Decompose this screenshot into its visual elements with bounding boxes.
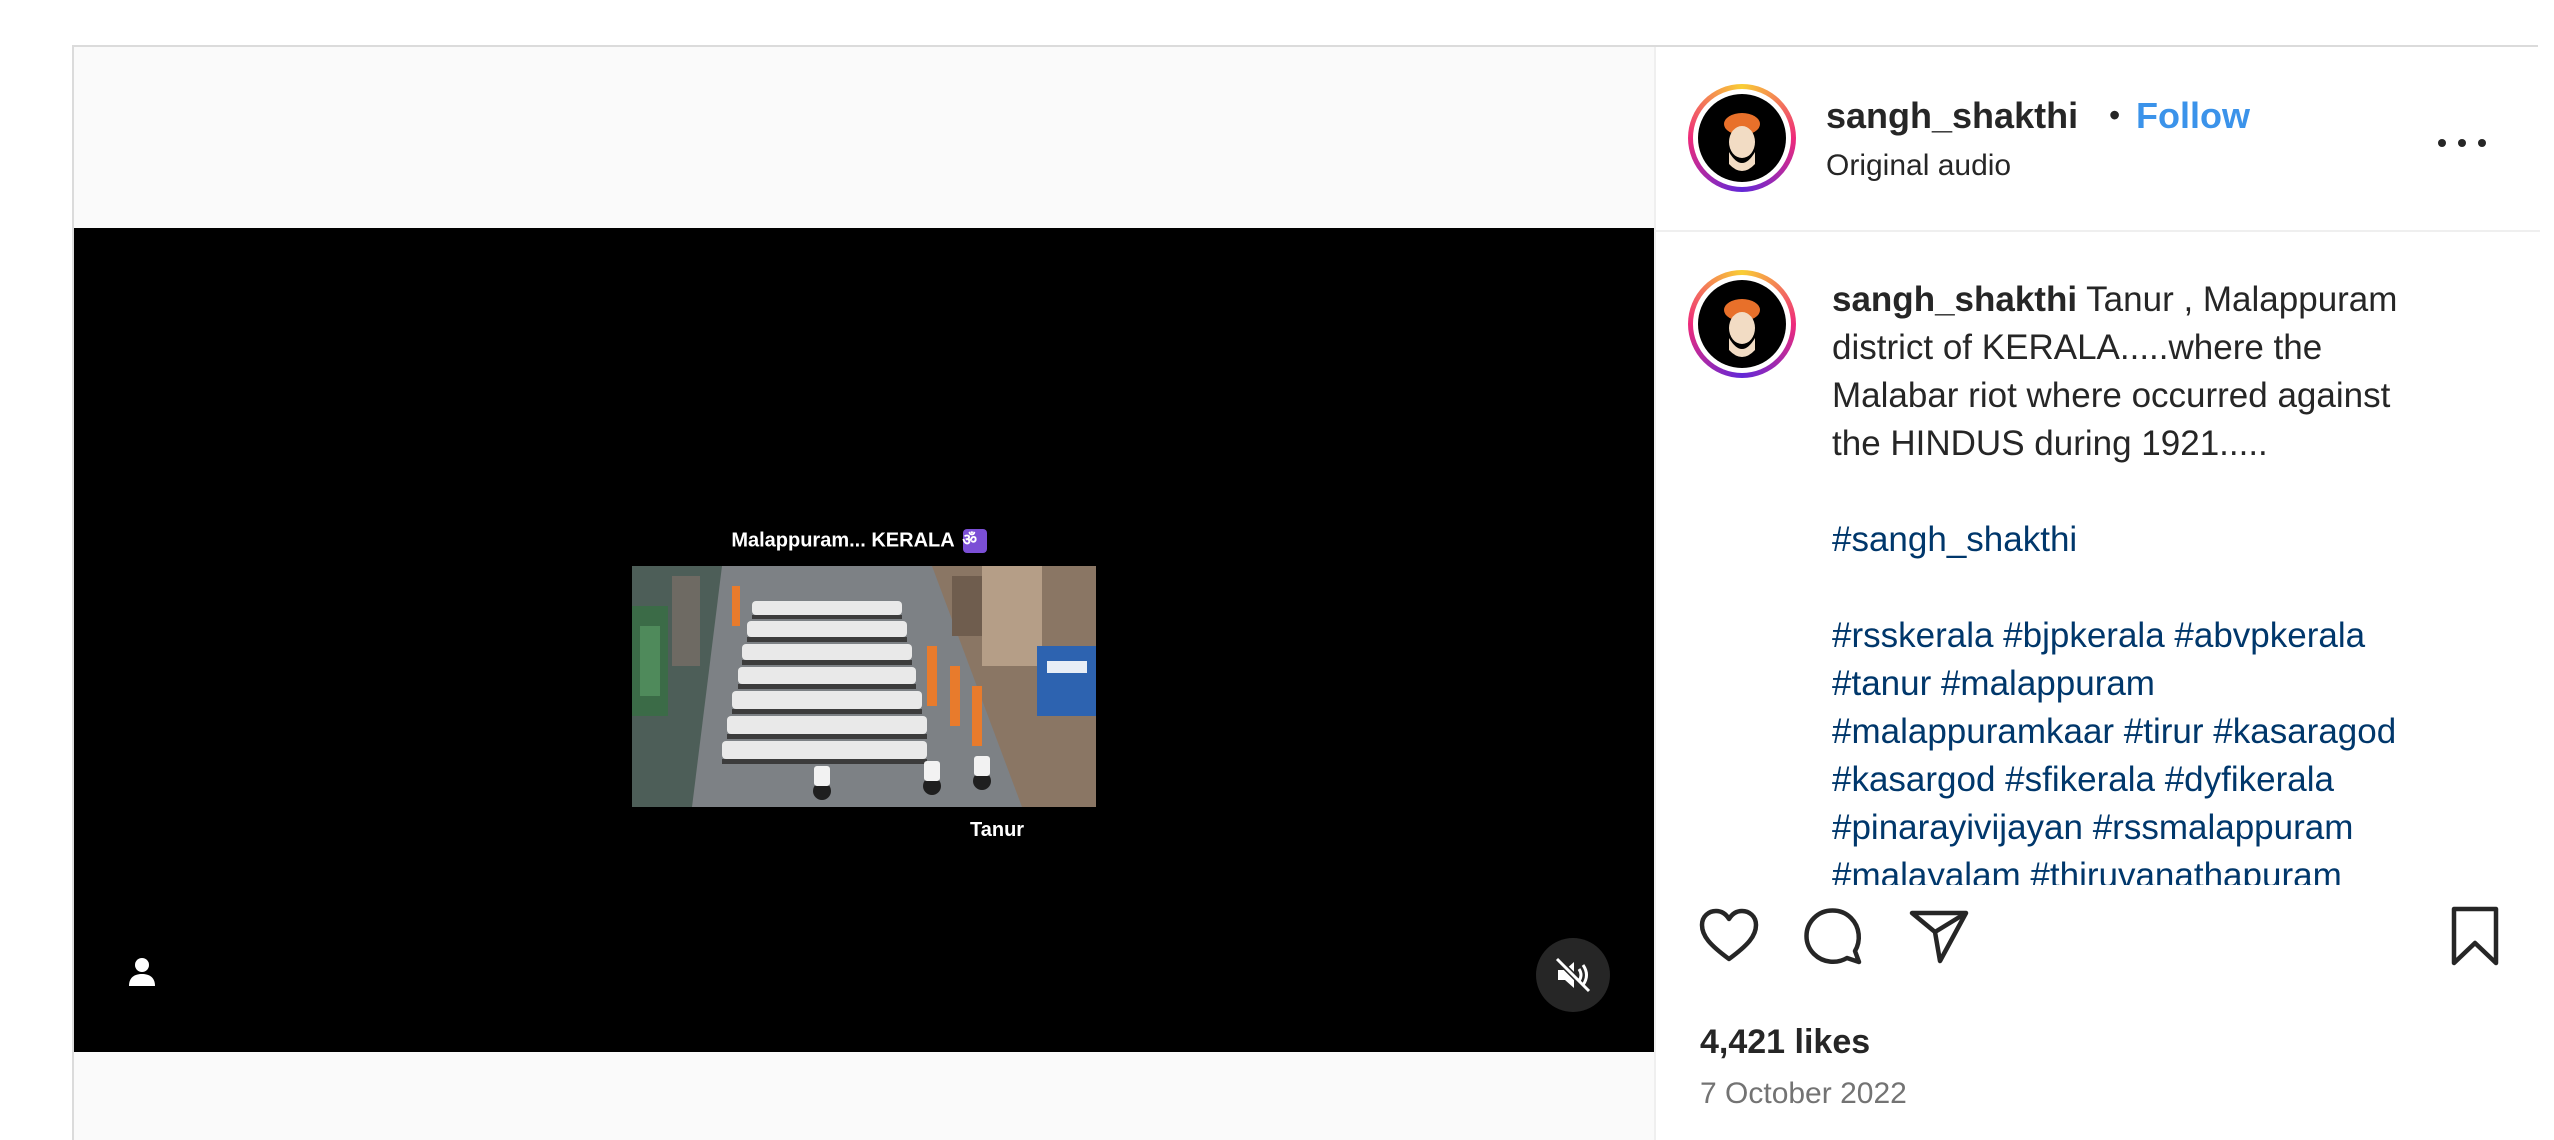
video-overlay-title-text: Malappuram... KERALA xyxy=(731,529,955,552)
caption-line: the HINDUS during 1921..... xyxy=(1832,424,2268,463)
post-details-panel: sangh_shakthi • Follow Original audio sa… xyxy=(1654,47,2540,1140)
likes-count[interactable]: 4,421 likes xyxy=(1700,1023,1870,1062)
post-date[interactable]: 7 October 2022 xyxy=(1700,1077,1907,1111)
caption-line: Tanur , Malappuram xyxy=(2086,280,2398,319)
caption-area: sangh_shakthi Tanur , Malappuram distric… xyxy=(1656,232,2540,885)
video-overlay-subtitle: Tanur xyxy=(970,819,1025,841)
user-tag-icon[interactable] xyxy=(124,953,160,989)
video-overlay-title: Malappuram... KERALA ॐ xyxy=(74,529,1654,553)
caption-text: sangh_shakthi Tanur , Malappuram distric… xyxy=(1832,276,2502,885)
caption-username[interactable]: sangh_shakthi xyxy=(1832,280,2077,319)
username[interactable]: sangh_shakthi xyxy=(1826,95,2078,137)
audio-label[interactable]: Original audio xyxy=(1826,149,2011,183)
video-player[interactable]: Malappuram... KERALA ॐ Tanur xyxy=(74,228,1654,1052)
caption-avatar[interactable] xyxy=(1688,270,1796,378)
more-options-icon[interactable] xyxy=(2438,133,2488,153)
caption-line: district of KERALA.....where the xyxy=(1832,328,2323,367)
media-column: Malappuram... KERALA ॐ Tanur xyxy=(74,47,1654,1140)
hashtag-line[interactable]: #malayalam #thiruvanathapuram xyxy=(1832,852,2502,885)
video-frame xyxy=(632,566,1096,807)
avatar[interactable] xyxy=(1688,84,1796,192)
post-header: sangh_shakthi • Follow Original audio xyxy=(1656,47,2540,232)
hashtag[interactable]: #sangh_shakthi xyxy=(1832,516,2502,564)
comment-icon[interactable] xyxy=(1800,903,1866,969)
hashtag-line[interactable]: #pinarayivijayan #rssmalappuram xyxy=(1832,804,2502,852)
hashtag-line[interactable]: #tanur #malappuram xyxy=(1832,660,2502,708)
follow-button[interactable]: Follow xyxy=(2136,95,2250,137)
muted-speaker-icon[interactable] xyxy=(1536,938,1610,1012)
heart-icon[interactable] xyxy=(1696,903,1762,969)
caption-line: Malabar riot where occurred against xyxy=(1832,376,2391,415)
hashtag-line[interactable]: #kasargod #sfikerala #dyfikerala xyxy=(1832,756,2502,804)
om-glyph: ॐ xyxy=(962,529,987,553)
hashtag-line[interactable]: #malappuramkaar #tirur #kasaragod xyxy=(1832,708,2502,756)
separator-dot: • xyxy=(2109,97,2121,133)
action-bar xyxy=(1656,885,2540,975)
bookmark-icon[interactable] xyxy=(2442,903,2508,969)
hashtag-line[interactable]: #rsskerala #bjpkerala #abvpkerala xyxy=(1832,612,2502,660)
share-icon[interactable] xyxy=(1906,903,1972,969)
